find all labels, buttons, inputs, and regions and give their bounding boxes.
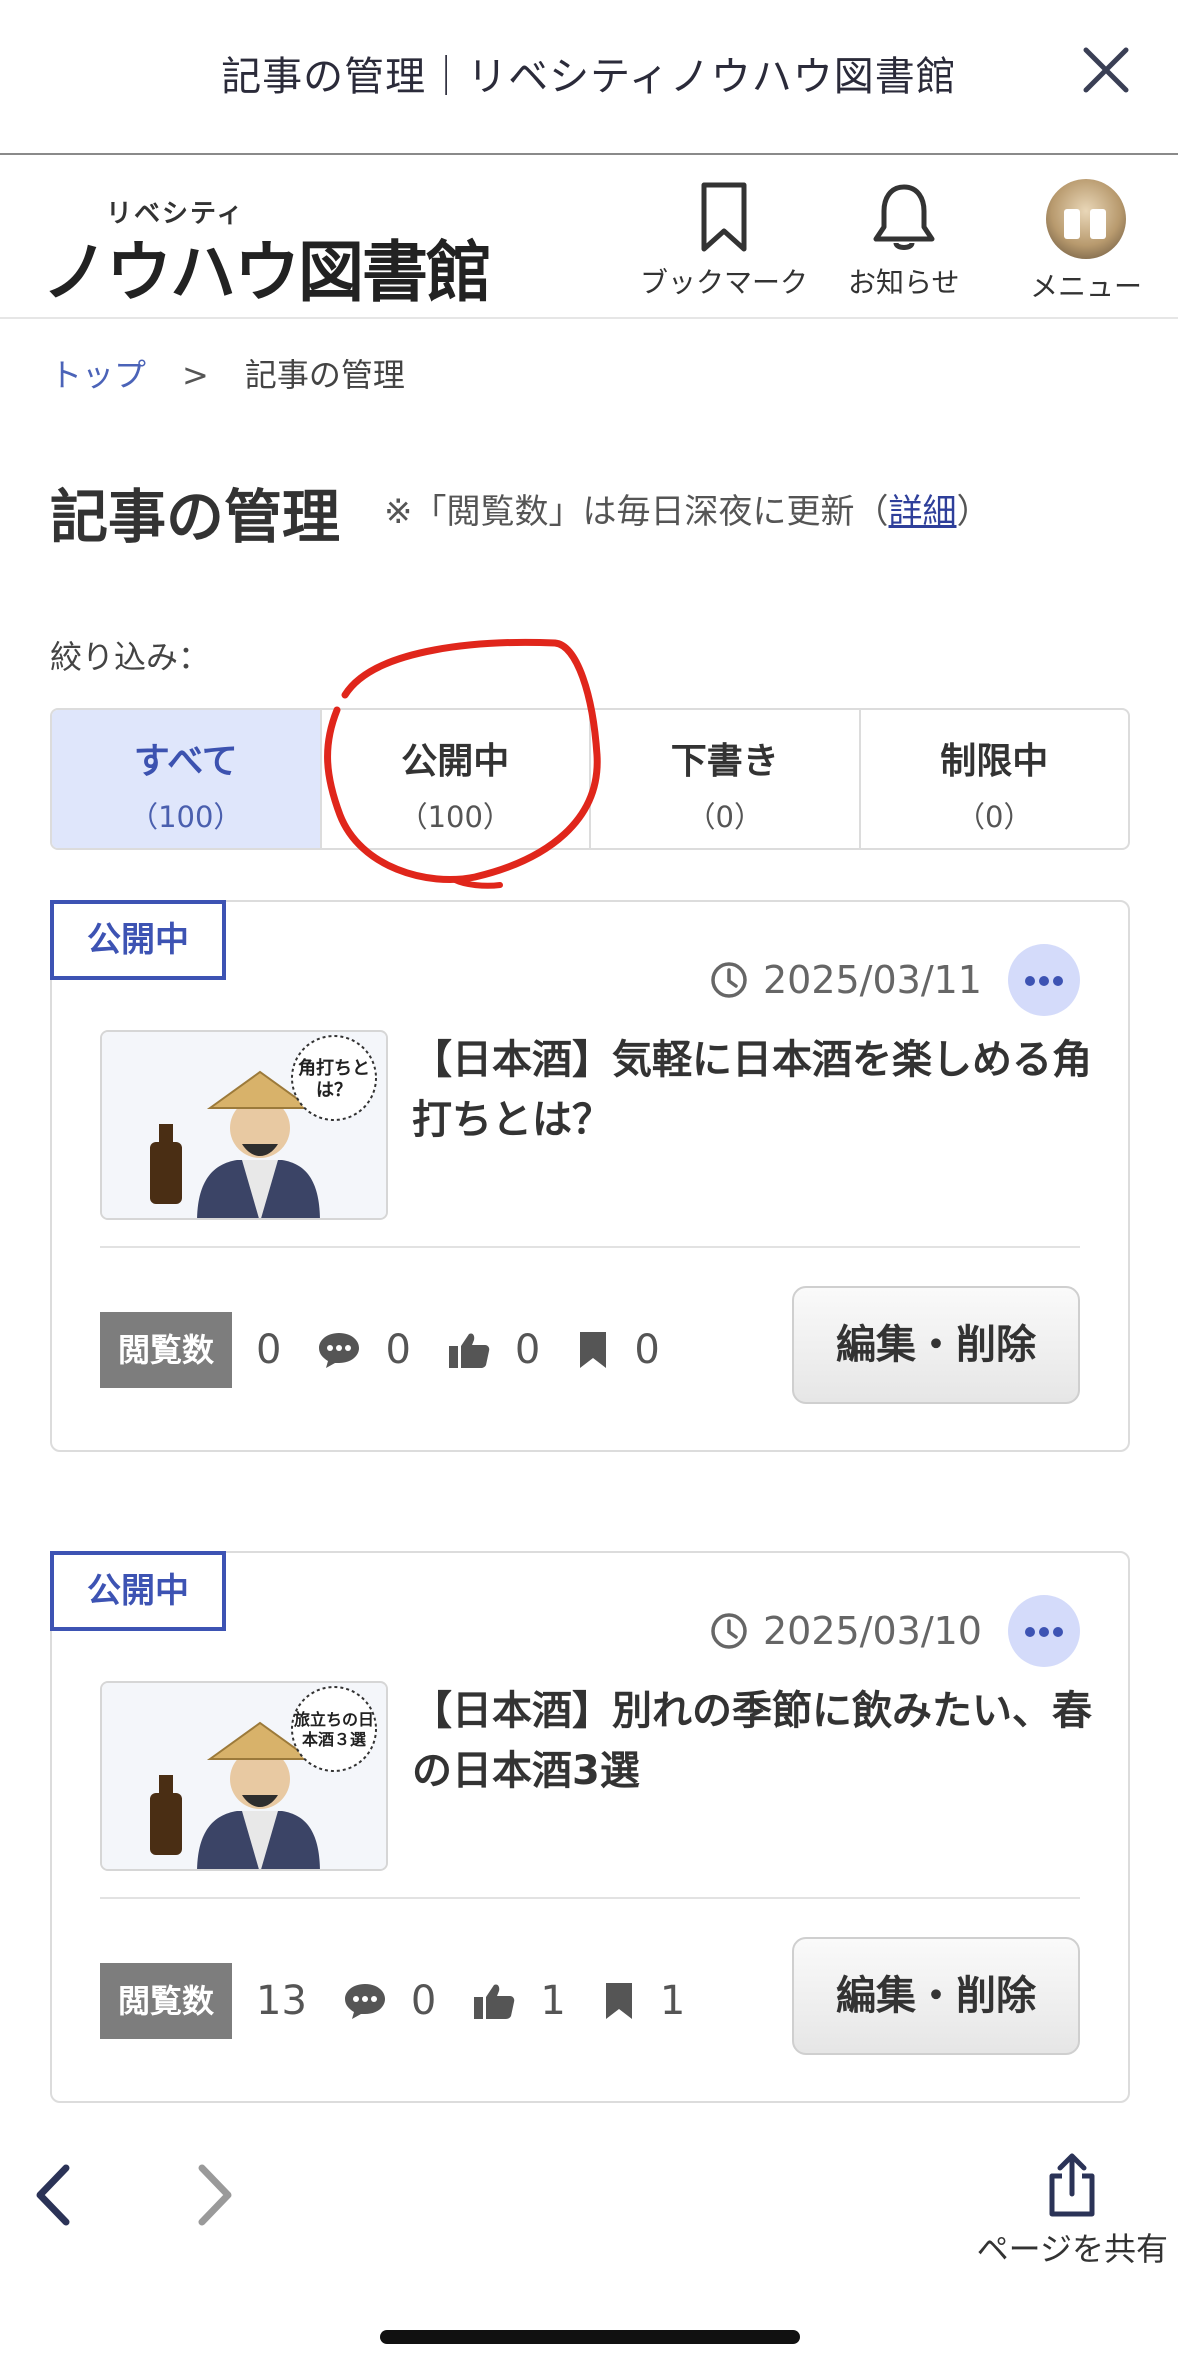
- views-count: 0: [256, 1327, 282, 1373]
- site-header: リベシティ ノウハウ図書館 ブックマーク お知らせ メニュー: [0, 157, 1178, 319]
- status-badge: 公開中: [50, 900, 226, 980]
- breadcrumb: トップ > 記事の管理: [50, 350, 405, 396]
- note-prefix: ※「閲覧数」は毎日深夜に更新（: [384, 492, 889, 532]
- more-options-button[interactable]: [1008, 944, 1080, 1016]
- article-title[interactable]: 【日本酒】気軽に日本酒を楽しめる角打ちとは？: [412, 1030, 1092, 1150]
- svg-text:角打ちと: 角打ちと: [298, 1057, 370, 1079]
- views-label: 閲覧数: [100, 1312, 232, 1388]
- edit-delete-button[interactable]: 編集・削除: [792, 1286, 1080, 1404]
- views-label: 閲覧数: [100, 1963, 232, 2039]
- more-options-button[interactable]: [1008, 1595, 1080, 1667]
- tab-label: 公開中: [401, 741, 510, 782]
- bookmark-count: 0: [634, 1327, 660, 1373]
- card-divider: [100, 1246, 1080, 1248]
- svg-text:旅立ちの日: 旅立ちの日: [294, 1710, 374, 1729]
- breadcrumb-home[interactable]: トップ: [50, 356, 146, 394]
- article-date: 2025/03/11: [762, 958, 982, 1002]
- clock-icon: [711, 1613, 747, 1649]
- tab-label: 制限中: [940, 741, 1049, 782]
- tab-label: 下書き: [670, 741, 779, 782]
- tab-count: （100）: [129, 800, 243, 834]
- tab-restricted[interactable]: 制限中 （0）: [861, 710, 1129, 848]
- bottom-toolbar: ページを共有: [0, 2120, 1178, 2367]
- date-row: 2025/03/11: [709, 938, 1080, 1022]
- breadcrumb-separator: >: [182, 356, 209, 394]
- tab-drafts[interactable]: 下書き （0）: [591, 710, 861, 848]
- article-stats: 閲覧数 0 0 0 0: [100, 1312, 696, 1388]
- comment-count: 0: [410, 1978, 437, 2024]
- tab-label: すべて: [133, 741, 238, 782]
- card-divider: [100, 1897, 1080, 1899]
- like-icon: [448, 1333, 490, 1368]
- like-count: 1: [540, 1978, 566, 2024]
- bookmark-count: 1: [659, 1978, 686, 2024]
- article-card: 公開中 2025/03/10 旅立ちの日 本酒３選 【日本酒】別れの季節に飲みた…: [50, 1551, 1130, 2103]
- title-bar: 記事の管理｜リベシティノウハウ図書館: [0, 0, 1178, 155]
- bookmark-label: ブックマーク: [640, 266, 809, 299]
- thumbnail-illustration: 旅立ちの日 本酒３選: [102, 1683, 386, 1869]
- svg-text:は？: は？: [316, 1080, 352, 1101]
- tab-all[interactable]: すべて （100）: [52, 710, 322, 848]
- close-icon[interactable]: [1078, 42, 1134, 98]
- home-indicator[interactable]: [380, 2330, 800, 2344]
- note-suffix: ）: [956, 492, 991, 532]
- tab-published[interactable]: 公開中 （100）: [322, 710, 591, 848]
- bookmark-count-icon: [580, 1332, 607, 1368]
- notice-label: お知らせ: [848, 266, 960, 299]
- bookmark-count-icon: [605, 1983, 632, 2019]
- comment-icon: [344, 1984, 385, 2019]
- article-date: 2025/03/10: [762, 1609, 982, 1653]
- menu-button[interactable]: メニュー: [1030, 179, 1142, 305]
- logo-main-text: ノウハウ図書館: [42, 234, 492, 311]
- tab-count: （0）: [956, 800, 1033, 834]
- bookmark-button[interactable]: ブックマーク: [640, 179, 808, 301]
- article-stats: 閲覧数 13 0 1 1: [100, 1963, 721, 2039]
- avatar: [1046, 179, 1126, 259]
- site-logo[interactable]: リベシティ ノウハウ図書館: [42, 193, 492, 311]
- breadcrumb-current: 記事の管理: [244, 356, 405, 394]
- article-thumbnail[interactable]: 旅立ちの日 本酒３選: [100, 1681, 388, 1871]
- comment-icon: [319, 1333, 360, 1368]
- tab-count: （100）: [398, 800, 512, 834]
- comment-count: 0: [385, 1327, 411, 1373]
- like-count: 0: [514, 1327, 541, 1373]
- status-badge: 公開中: [50, 1551, 226, 1631]
- edit-delete-button[interactable]: 編集・削除: [792, 1937, 1080, 2055]
- bell-icon: [873, 184, 935, 250]
- page-title: 記事の管理: [50, 483, 341, 551]
- views-update-note: ※「閲覧数」は毎日深夜に更新（詳細）: [384, 484, 991, 533]
- views-count: 13: [256, 1978, 307, 2024]
- article-title[interactable]: 【日本酒】別れの季節に飲みたい、春の日本酒3選: [412, 1681, 1092, 1801]
- filter-tabs: すべて （100） 公開中 （100） 下書き （0） 制限中 （0）: [50, 708, 1130, 850]
- article-thumbnail[interactable]: 角打ちと は？: [100, 1030, 388, 1220]
- filter-label: 絞り込み：: [50, 638, 211, 676]
- svg-text:本酒３選: 本酒３選: [302, 1730, 366, 1749]
- forward-icon[interactable]: [190, 2160, 240, 2230]
- share-icon: [1049, 2153, 1095, 2217]
- tab-count: （0）: [686, 800, 763, 834]
- back-icon[interactable]: [28, 2160, 78, 2230]
- like-icon: [474, 1984, 515, 2019]
- thumbnail-illustration: 角打ちと は？: [102, 1032, 386, 1218]
- bookmark-icon: [701, 182, 747, 252]
- note-detail-link[interactable]: 詳細: [889, 492, 957, 532]
- menu-label: メニュー: [1030, 270, 1143, 303]
- share-label: ページを共有: [976, 2230, 1168, 2268]
- share-page-button[interactable]: ページを共有: [977, 2150, 1168, 2270]
- notice-button[interactable]: お知らせ: [848, 179, 959, 301]
- clock-icon: [711, 962, 747, 998]
- date-row: 2025/03/10: [709, 1589, 1080, 1673]
- window-title: 記事の管理｜リベシティノウハウ図書館: [221, 54, 957, 100]
- article-card: 公開中 2025/03/11 角打ちと は？ 【日本酒】気軽に日本酒を楽しめる角…: [50, 900, 1130, 1452]
